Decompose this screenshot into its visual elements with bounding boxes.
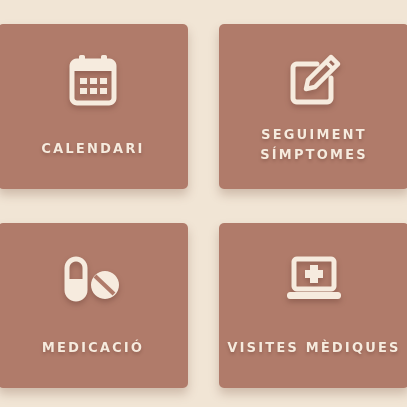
pills-icon <box>64 256 119 302</box>
tile-label: CALENDARI <box>41 142 145 157</box>
tile-label: VISITES MÈDIQUES <box>227 341 401 356</box>
edit-note-icon <box>290 54 341 105</box>
laptop-medical-icon <box>287 256 341 299</box>
tile-label: SEGUIMENT SÍMPTOMES <box>260 128 368 163</box>
tile-calendari[interactable]: CALENDARI <box>0 24 188 189</box>
tile-seguiment-simptomes[interactable]: SEGUIMENT SÍMPTOMES <box>219 24 407 189</box>
tile-visites-mediques[interactable]: VISITES MÈDIQUES <box>219 223 407 388</box>
calendar-icon <box>69 55 117 106</box>
tile-label: MEDICACIÓ <box>41 341 145 356</box>
tile-medicacio[interactable]: MEDICACIÓ <box>0 223 188 388</box>
